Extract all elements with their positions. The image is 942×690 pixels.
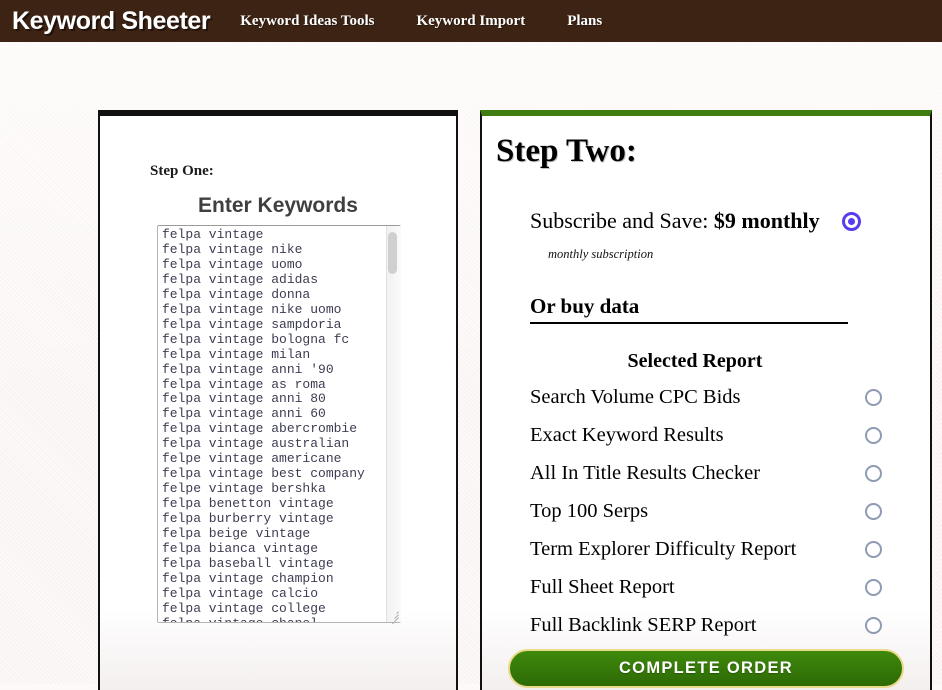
report-options-list: Search Volume CPC Bids Exact Keyword Res… [482, 378, 930, 644]
step-two-title: Step Two: [496, 133, 637, 169]
report-option-label: Exact Keyword Results [530, 423, 724, 446]
subscribe-label-prefix: Subscribe and Save: [530, 208, 714, 233]
report-option-radio[interactable] [865, 540, 882, 558]
report-option-radio[interactable] [865, 388, 882, 406]
keywords-textarea-resize-handle[interactable] [388, 608, 400, 625]
report-option-term-explorer-difficulty-report[interactable]: Term Explorer Difficulty Report [482, 530, 930, 568]
keywords-textarea-scrollbar-thumb[interactable] [388, 232, 397, 274]
report-option-full-sheet-report[interactable]: Full Sheet Report [482, 568, 930, 606]
report-option-label: Top 100 Serps [530, 499, 649, 522]
report-option-radio[interactable] [865, 426, 882, 444]
subscribe-radio[interactable] [841, 211, 861, 231]
enter-keywords-title: Enter Keywords [198, 194, 358, 217]
site-logo[interactable]: Keyword Sheeter [12, 7, 211, 36]
complete-order-button[interactable]: COMPLETE ORDER [508, 649, 904, 688]
report-option-radio[interactable] [865, 616, 882, 634]
subscribe-option-row[interactable]: Subscribe and Save: $9 monthly [530, 208, 920, 234]
report-option-label: All In Title Results Checker [530, 461, 761, 484]
report-option-top-100-serps[interactable]: Top 100 Serps [482, 492, 930, 530]
step-two-panel: Step Two: Subscribe and Save: $9 monthly… [480, 110, 932, 690]
nav-item-keyword-ideas-tools[interactable]: Keyword Ideas Tools [240, 13, 374, 30]
step-one-label: Step One: [150, 163, 214, 179]
selected-report-heading: Selected Report [627, 350, 763, 372]
subscribe-label: Subscribe and Save: $9 monthly [530, 208, 820, 234]
subscribe-note: monthly subscription [548, 247, 654, 261]
report-option-search-volume-cpc-bids[interactable]: Search Volume CPC Bids [482, 378, 930, 416]
or-buy-data-heading: Or buy data [530, 294, 848, 324]
report-option-label: Term Explorer Difficulty Report [530, 537, 797, 560]
report-option-exact-keyword-results[interactable]: Exact Keyword Results [482, 416, 930, 454]
report-option-label: Search Volume CPC Bids [530, 385, 741, 408]
report-option-label: Full Sheet Report [530, 575, 675, 598]
keywords-textarea-scrollbar-track[interactable] [386, 226, 401, 622]
nav-item-plans[interactable]: Plans [567, 13, 602, 30]
main-nav: Keyword Ideas Tools Keyword Import Plans [240, 13, 644, 30]
report-option-radio[interactable] [865, 578, 882, 596]
nav-item-keyword-import[interactable]: Keyword Import [416, 13, 525, 30]
report-option-radio[interactable] [865, 502, 882, 520]
keywords-textarea[interactable] [157, 225, 401, 623]
report-option-label: Full Backlink SERP Report [530, 613, 757, 636]
step-one-panel: Step One: Enter Keywords [98, 110, 458, 690]
top-navigation-bar: Keyword Sheeter Keyword Ideas Tools Keyw… [0, 0, 942, 42]
report-option-radio[interactable] [865, 464, 882, 482]
subscribe-price: $9 monthly [713, 208, 820, 233]
report-option-all-in-title-results-checker[interactable]: All In Title Results Checker [482, 454, 930, 492]
report-option-full-backlink-serp-report[interactable]: Full Backlink SERP Report [482, 606, 930, 644]
